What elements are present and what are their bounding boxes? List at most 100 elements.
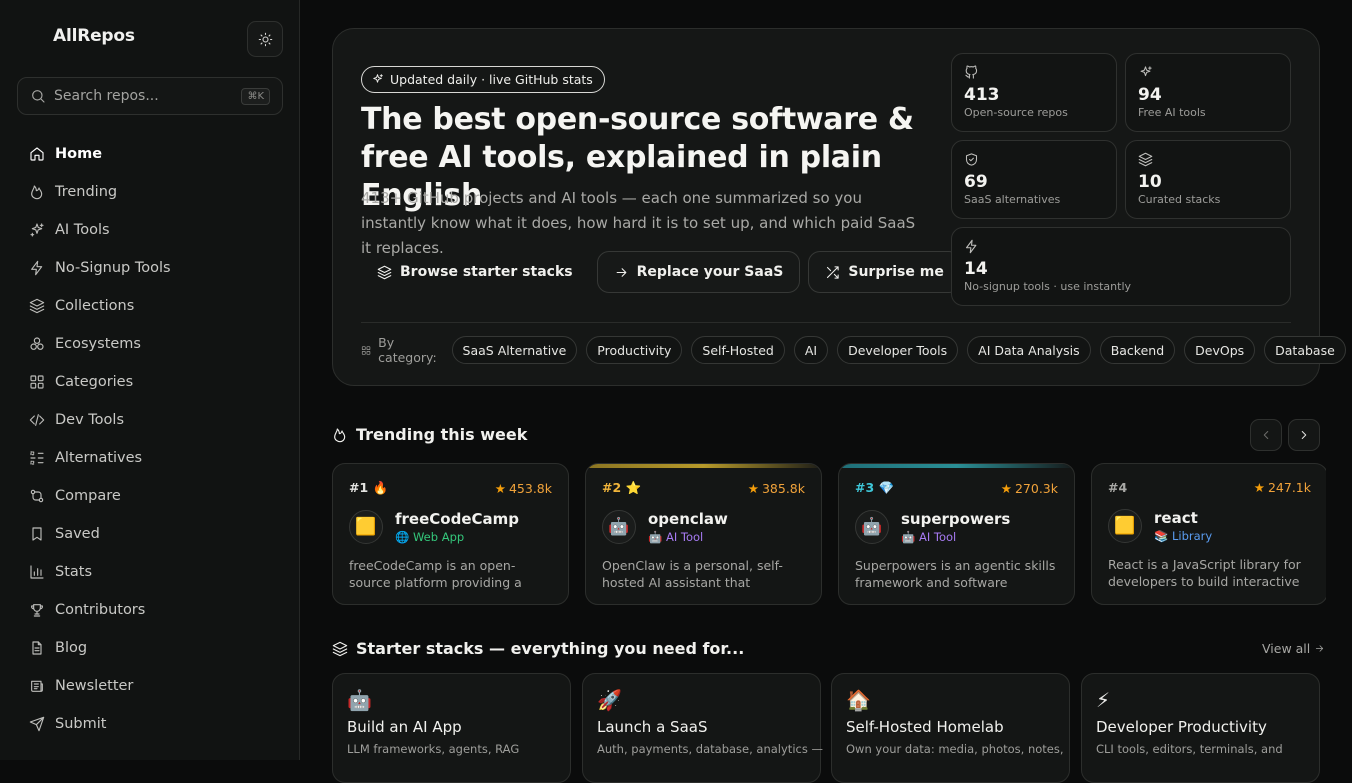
rank-accent-bar: [586, 464, 821, 468]
stat-value: 10: [1138, 172, 1162, 192]
repo-avatar: 🟨: [1108, 509, 1142, 543]
stack-description: LLM frameworks, agents, RAG: [347, 742, 520, 756]
category-chip[interactable]: AI: [793, 336, 829, 364]
repo-avatar: 🤖: [602, 510, 636, 544]
sidebar-item-home[interactable]: Home: [19, 135, 281, 173]
sidebar-item-compare[interactable]: Compare: [19, 477, 281, 515]
sidebar-item-label: Collections: [55, 298, 135, 314]
stat-label: Open-source repos: [964, 106, 1068, 119]
update-pill-text: Updated daily · live GitHub stats: [390, 72, 593, 87]
sidebar-item-dev-tools[interactable]: Dev Tools: [19, 401, 281, 439]
sidebar-item-stats[interactable]: Stats: [19, 553, 281, 591]
stat-card-saas-alternatives[interactable]: 69 SaaS alternatives: [951, 140, 1117, 219]
rank-badge: #2 ⭐: [602, 480, 642, 495]
brand-logo[interactable]: AllRepos: [53, 26, 135, 46]
chevron-left-icon: [1263, 431, 1269, 439]
stat-label: SaaS alternatives: [964, 193, 1061, 206]
sidebar-item-label: Compare: [55, 488, 121, 504]
stack-emoji: 🤖: [347, 688, 372, 712]
shield-icon: [965, 153, 978, 166]
repo-name: openclaw: [648, 510, 728, 528]
sidebar-item-label: Contributors: [55, 602, 146, 618]
stat-card-curated-stacks[interactable]: 10 Curated stacks: [1125, 140, 1291, 219]
zap-icon: [965, 239, 977, 254]
theme-toggle-button[interactable]: [247, 21, 283, 57]
sidebar-item-ecosystems[interactable]: Ecosystems: [19, 325, 281, 363]
sidebar-item-label: Categories: [55, 374, 134, 390]
stack-card[interactable]: 🤖 Build an AI App LLM frameworks, agents…: [332, 673, 571, 783]
browse-starter-stacks-button[interactable]: Browse starter stacks: [361, 251, 589, 293]
category-chip[interactable]: Backend: [1099, 336, 1176, 364]
update-pill: Updated daily · live GitHub stats: [361, 66, 605, 93]
trending-card[interactable]: #2 ⭐ ★ 385.8k 🤖 openclaw 🤖 AI Tool OpenCl…: [585, 463, 822, 605]
replace-saas-button[interactable]: Replace your SaaS: [596, 251, 801, 293]
shuffle-icon: [827, 265, 840, 279]
sidebar-item-newsletter[interactable]: Newsletter: [19, 667, 281, 705]
sidebar-item-trending[interactable]: Trending: [19, 173, 281, 211]
view-all-link[interactable]: View all: [1262, 641, 1325, 656]
repo-description: OpenClaw is a personal, self-hosted AI a…: [602, 558, 783, 590]
search-box: ⌘K: [17, 77, 283, 115]
trending-card[interactable]: #1 🔥 ★ 453.8k 🟨 freeCodeCamp 🌐 Web App fr…: [332, 463, 569, 605]
shuffle-icon: [30, 451, 44, 465]
stat-label: Free AI tools: [1138, 106, 1206, 119]
category-chip[interactable]: DevOps: [1184, 336, 1256, 364]
stat-value: 14: [964, 259, 988, 279]
sparkles-icon: [30, 223, 44, 237]
sidebar-item-submit[interactable]: Submit: [19, 705, 281, 743]
category-chip[interactable]: Productivity: [586, 336, 683, 364]
sidebar-item-blog[interactable]: Blog: [19, 629, 281, 667]
sidebar-item-alternatives[interactable]: Alternatives: [19, 439, 281, 477]
stack-emoji: 🚀: [597, 688, 622, 712]
layers-icon: [29, 298, 45, 314]
category-chip[interactable]: Developer Tools: [837, 336, 959, 364]
trending-card[interactable]: #3 💎 ★ 270.3k 🤖 superpowers 🤖 AI Tool Sup…: [838, 463, 1075, 605]
newspaper-icon: [31, 680, 43, 692]
send-icon: [29, 716, 45, 732]
category-label: By category:: [361, 335, 440, 365]
category-chip[interactable]: SaaS Alternative: [451, 336, 578, 364]
rank-badge: #1 🔥: [349, 480, 389, 495]
hero-subtitle: 413+ GitHub projects and AI tools — each…: [361, 189, 916, 257]
star-icon: ★: [747, 480, 759, 496]
carousel-prev-button[interactable]: [1250, 419, 1282, 451]
repo-type: 🤖 AI Tool: [901, 530, 957, 544]
sidebar-item-saved[interactable]: Saved: [19, 515, 281, 553]
sidebar-item-collections[interactable]: Collections: [19, 287, 281, 325]
category-chip[interactable]: AI Data Analysis: [967, 336, 1091, 364]
category-chip[interactable]: Self-Hosted: [691, 336, 785, 364]
surprise-button-label: Surprise me: [848, 264, 944, 280]
layers-icon: [377, 265, 392, 279]
sidebar-item-contributors[interactable]: Contributors: [19, 591, 281, 629]
sidebar-item-label: Ecosystems: [55, 336, 141, 352]
search-input[interactable]: [54, 88, 242, 104]
stack-card[interactable]: ⚡ Developer Productivity CLI tools, edit…: [1081, 673, 1320, 783]
category-chip[interactable]: Database: [1264, 336, 1346, 364]
rank-badge: #4: [1108, 480, 1128, 495]
surprise-me-button[interactable]: Surprise me: [808, 251, 961, 293]
sidebar-item-categories[interactable]: Categories: [19, 363, 281, 401]
stack-card[interactable]: 🚀 Launch a SaaS Auth, payments, database…: [582, 673, 823, 783]
browse-button-label: Browse starter stacks: [400, 264, 573, 280]
bar-chart-icon: [30, 565, 44, 579]
star-count: ★ 247.1k: [1253, 480, 1311, 495]
sun-icon: [258, 32, 272, 46]
trending-card[interactable]: #4 ★ 247.1k 🟨 react 📚 Library React is a …: [1091, 463, 1326, 605]
stacks-heading: Starter stacks — everything you need for…: [332, 639, 744, 658]
stack-card[interactable]: 🏠 Self-Hosted Homelab Own your data: med…: [831, 673, 1070, 783]
rank-accent-bar: [839, 464, 1074, 468]
grid-icon: [361, 345, 371, 355]
flame-icon: [334, 427, 346, 442]
stat-card-no-signup[interactable]: 14 No-signup tools · use instantly: [951, 227, 1291, 306]
sparkles-icon: [373, 74, 383, 83]
carousel-next-button[interactable]: [1288, 419, 1320, 451]
sidebar-item-no-signup-tools[interactable]: No-Signup Tools: [19, 249, 281, 287]
stat-card-repos[interactable]: 413 Open-source repos: [951, 53, 1117, 132]
hero-panel: Updated daily · live GitHub stats The be…: [332, 28, 1346, 386]
repo-name: react: [1154, 509, 1198, 527]
sidebar-item-label: Dev Tools: [55, 412, 124, 428]
stat-card-ai-tools[interactable]: 94 Free AI tools: [1125, 53, 1291, 132]
category-chips: By category: SaaS Alternative Productivi…: [361, 335, 1346, 365]
sidebar-item-ai-tools[interactable]: AI Tools: [19, 211, 281, 249]
stack-description: CLI tools, editors, terminals, and: [1096, 742, 1283, 756]
